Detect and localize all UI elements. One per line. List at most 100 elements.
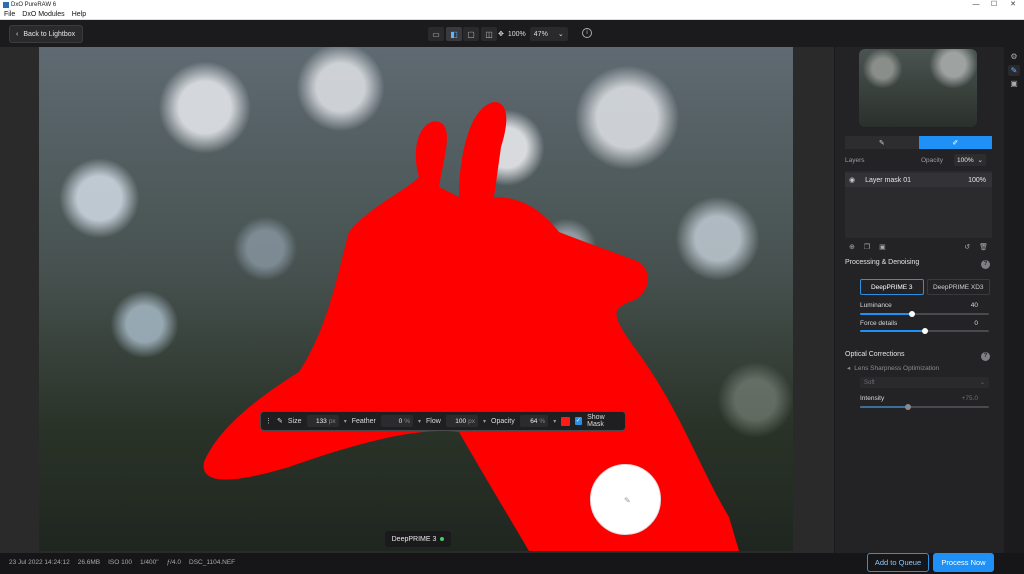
intensity-row: Intensity +75.0 bbox=[860, 395, 978, 402]
top-toolbar: ‹ Back to Lightbox ▭ ◧ ▢ ◫ ✥ 100% 47% ⌄ … bbox=[0, 21, 1024, 47]
trash-icon[interactable]: 🗑 bbox=[979, 243, 988, 251]
shutter-speed: 1/400" bbox=[139, 559, 159, 566]
denoise-mode-group: DeepPRIME 3 DeepPRIME XD3 bbox=[860, 279, 990, 295]
drag-handle-icon[interactable]: ⋮ bbox=[265, 417, 272, 425]
force-details-knob[interactable] bbox=[921, 328, 928, 334]
image-layer-icon[interactable]: ▣ bbox=[879, 243, 886, 251]
duplicate-layer-icon[interactable]: ❐ bbox=[864, 243, 870, 251]
compare-split-icon[interactable]: ◫ bbox=[481, 27, 497, 41]
intensity-label: Intensity bbox=[860, 395, 885, 402]
mask-color-swatch[interactable] bbox=[561, 416, 570, 426]
force-details-slider[interactable] bbox=[860, 328, 989, 334]
lens-sharpness-value: Soft bbox=[864, 379, 875, 386]
help-icon[interactable]: ? bbox=[981, 352, 990, 361]
window-title: DxO PureRAW 6 bbox=[11, 2, 57, 8]
file-size: 26.6MB bbox=[77, 559, 101, 566]
luminance-slider[interactable] bbox=[860, 311, 989, 317]
flow-input[interactable]: 100 px bbox=[445, 415, 478, 427]
menu-help[interactable]: Help bbox=[72, 11, 86, 18]
luminance-row: Luminance 40 bbox=[860, 302, 978, 309]
size-input[interactable]: 133 px bbox=[306, 415, 339, 427]
info-icon[interactable]: i bbox=[582, 28, 592, 38]
intensity-slider[interactable] bbox=[860, 404, 989, 410]
layer-opacity-select[interactable]: 100% ⌄ bbox=[954, 154, 986, 166]
force-details-value: 0 bbox=[974, 320, 978, 327]
view-mode-group: ▭ ◧ bbox=[428, 26, 462, 42]
process-now-button[interactable]: Process Now bbox=[933, 553, 994, 572]
mask-overlay bbox=[203, 102, 739, 551]
app-window: DxO PureRAW 6 — ☐ ✕ File DxO Modules Hel… bbox=[0, 0, 1024, 574]
intensity-knob[interactable] bbox=[905, 404, 912, 410]
filename: DSC_1104.NEF bbox=[189, 559, 236, 566]
capture-date: 23 Jul 2022 14:24:12 bbox=[9, 559, 70, 566]
add-layer-icon[interactable]: ⊕ bbox=[849, 243, 855, 251]
opacity-value: 64 bbox=[530, 417, 538, 425]
window-title-bar: DxO PureRAW 6 — ☐ ✕ bbox=[0, 0, 1024, 10]
side-panel-view-icon[interactable]: ◧ bbox=[446, 27, 462, 41]
back-to-lightbox-button[interactable]: ‹ Back to Lightbox bbox=[9, 25, 84, 43]
size-value: 133 bbox=[315, 417, 327, 425]
brush-tool-icon[interactable]: ✎ bbox=[1008, 65, 1020, 76]
single-view-icon[interactable]: ▭ bbox=[428, 27, 444, 41]
brush-center-icon: ✎ bbox=[624, 496, 631, 505]
intensity-fill bbox=[860, 406, 909, 408]
opacity-input[interactable]: 64% bbox=[519, 415, 549, 427]
opacity-caret-icon[interactable]: ▾ bbox=[553, 418, 556, 425]
brush-icon[interactable]: ✎ bbox=[277, 417, 283, 425]
menu-bar: File DxO Modules Help bbox=[0, 10, 1024, 20]
eraser-tab[interactable]: ✐ bbox=[918, 136, 992, 149]
zoom-select[interactable]: 47% ⌄ bbox=[529, 27, 568, 41]
add-to-queue-button[interactable]: Add to Queue bbox=[867, 553, 929, 572]
size-caret-icon[interactable]: ▾ bbox=[344, 418, 347, 425]
lens-sharpness-dropdown[interactable]: Soft ⌄ bbox=[860, 377, 989, 388]
maximize-button[interactable]: ☐ bbox=[986, 0, 1002, 10]
show-mask-checkbox[interactable]: ✓ bbox=[574, 417, 583, 425]
mask-brush-icon: ✐ bbox=[952, 139, 959, 147]
close-button[interactable]: ✕ bbox=[1005, 0, 1021, 10]
compare-group: ▢ ◫ bbox=[463, 26, 497, 42]
flow-value: 100 bbox=[455, 417, 467, 425]
image-thumbnail[interactable] bbox=[859, 49, 977, 127]
tool-rail: ⚙ ✎ ▣ bbox=[1004, 47, 1024, 553]
edit-mode-tabs: ✎ ✐ bbox=[845, 136, 992, 149]
flow-caret-icon[interactable]: ▾ bbox=[483, 418, 486, 425]
image-canvas[interactable] bbox=[39, 47, 793, 551]
force-details-label: Force details bbox=[860, 320, 898, 327]
show-mask-label: Show Mask bbox=[587, 414, 605, 428]
layer-opacity-label: Opacity bbox=[921, 156, 944, 164]
feather-caret-icon[interactable]: ▾ bbox=[418, 418, 421, 425]
menu-file[interactable]: File bbox=[4, 11, 15, 18]
iso-value: ISO 100 bbox=[108, 559, 132, 566]
flow-label: Flow bbox=[426, 417, 441, 425]
deepprime-xd3-button[interactable]: DeepPRIME XD3 bbox=[926, 279, 990, 295]
lens-sharpness-row: ◂ Lens Sharpness Optimization bbox=[847, 364, 939, 373]
flow-unit: px bbox=[468, 417, 475, 425]
layer-name: Layer mask 01 bbox=[865, 176, 912, 184]
brush-cursor: ✎ bbox=[590, 464, 661, 535]
back-button-label: Back to Lightbox bbox=[23, 30, 76, 38]
layer-row[interactable]: ◉ Layer mask 01 100% bbox=[845, 173, 992, 187]
brush-tab[interactable]: ✎ bbox=[845, 136, 919, 149]
right-panel: ✎ ✐ Layers Opacity 100% ⌄ ◉ Layer mask 0… bbox=[834, 47, 1004, 553]
feather-input[interactable]: 0% bbox=[380, 415, 414, 427]
image-icon[interactable]: ▣ bbox=[1008, 78, 1020, 89]
luminance-knob[interactable] bbox=[908, 311, 915, 317]
deepprime-3-button[interactable]: DeepPRIME 3 bbox=[860, 279, 924, 295]
reset-icon[interactable]: ↺ bbox=[964, 243, 970, 251]
eye-icon[interactable]: ◉ bbox=[849, 176, 855, 184]
layer-opacity: 100% bbox=[968, 176, 986, 184]
lens-toggle-icon[interactable]: ◂ bbox=[847, 364, 850, 372]
compare-single-icon[interactable]: ▢ bbox=[463, 27, 479, 41]
zoom-100-button[interactable]: 100% bbox=[508, 31, 526, 38]
layers-label: Layers bbox=[845, 156, 865, 164]
brush-icon: ✎ bbox=[878, 139, 885, 147]
status-dot-icon bbox=[440, 537, 445, 541]
zoom-value: 47% bbox=[533, 30, 548, 38]
menu-dxo-modules[interactable]: DxO Modules bbox=[22, 11, 64, 18]
luminance-fill bbox=[860, 313, 912, 315]
sliders-icon[interactable]: ⚙ bbox=[1008, 51, 1020, 62]
help-icon[interactable]: ? bbox=[981, 260, 990, 269]
minimize-button[interactable]: — bbox=[968, 0, 984, 10]
chevron-left-icon: ‹ bbox=[16, 30, 19, 38]
move-icon[interactable]: ✥ bbox=[498, 30, 504, 38]
